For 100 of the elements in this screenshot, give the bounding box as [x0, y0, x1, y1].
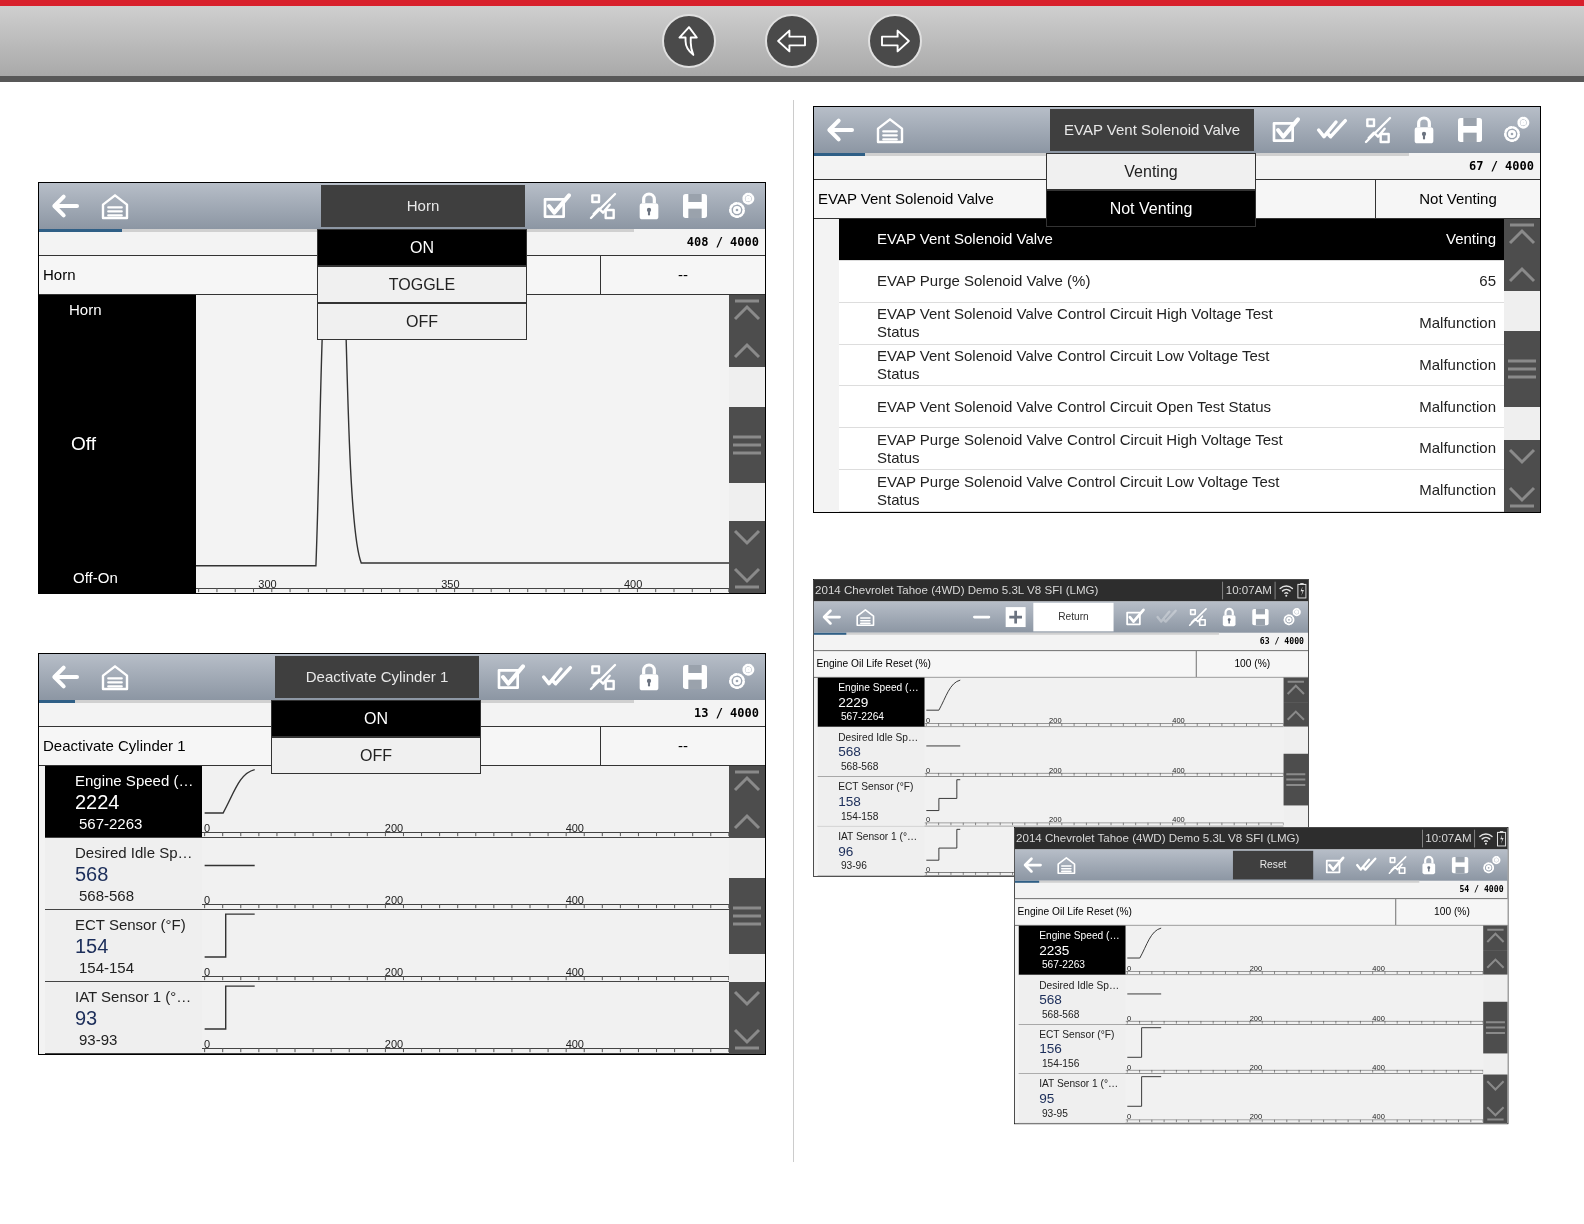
- menu-item[interactable]: TOGGLE: [317, 266, 527, 303]
- sensor-name: Horn: [68, 300, 103, 320]
- back-arrow-icon[interactable]: [820, 606, 843, 628]
- home-icon[interactable]: [854, 606, 877, 628]
- sensor-value: 568: [838, 743, 862, 760]
- menu-item[interactable]: Venting: [1046, 153, 1256, 190]
- scroll-thumb[interactable]: [1283, 753, 1309, 806]
- sensor-range: 567-2264: [839, 710, 885, 724]
- scroll-to-top-button[interactable]: [1483, 925, 1508, 951]
- graph-icon[interactable]: [1386, 854, 1409, 876]
- sensor-name: ECT Sensor (°F): [75, 914, 187, 934]
- tick-label: 400: [624, 578, 643, 590]
- scroll-down-button[interactable]: [729, 521, 765, 557]
- scroll-to-top-button[interactable]: [729, 295, 765, 331]
- checkbox-check-icon[interactable]: [1124, 606, 1147, 628]
- graph-icon[interactable]: [1362, 114, 1394, 146]
- tick-label: 0: [204, 894, 211, 906]
- scroll-thumb[interactable]: [1504, 331, 1540, 407]
- wifi-icon: [1278, 582, 1295, 599]
- tick-label: 200: [384, 822, 404, 834]
- scroll-to-top-button[interactable]: [1283, 677, 1309, 703]
- row-header[interactable]: Horn Off Off-On: [39, 295, 196, 593]
- sensor-name: Engine Speed (…: [838, 681, 920, 694]
- tick-label: 350: [441, 578, 460, 590]
- sensor-name: Engine Speed (…: [75, 770, 195, 790]
- right-arrow-icon: [879, 28, 911, 54]
- scroll-thumb[interactable]: [729, 878, 765, 954]
- back-arrow-icon[interactable]: [1021, 854, 1044, 876]
- wifi-icon: [1477, 830, 1495, 847]
- up-button[interactable]: [662, 14, 716, 68]
- scroll-up-button[interactable]: [1504, 255, 1540, 291]
- scroll-up-button[interactable]: [729, 331, 765, 367]
- scroll-down-button[interactable]: [729, 982, 765, 1018]
- row-header[interactable]: Engine Speed (… 2235 567-2263: [1018, 925, 1126, 975]
- vehicle-title: 2014 Chevrolet Tahoe (4WD) Demo 5.3L V8 SFI (LMG): [814, 582, 1100, 599]
- sensor-value: 96: [838, 842, 855, 860]
- parameter-value: 100 (%): [1195, 651, 1309, 677]
- graph-icon[interactable]: [1187, 606, 1209, 628]
- record-counter: 63 / 4000: [1259, 635, 1304, 648]
- menu-item[interactable]: OFF: [317, 303, 527, 340]
- parameter-name: EVAP Purge Solenoid Valve Control Circuit Low Voltage Test Status: [877, 472, 1281, 509]
- sensor-name: ECT Sensor (°F): [838, 780, 915, 794]
- sensor-value: 93: [75, 1005, 99, 1030]
- scroll-to-bottom-button[interactable]: [1504, 476, 1540, 512]
- parameter-value: Not Venting: [1375, 180, 1540, 218]
- parameter-name: Deactivate Cylinder 1: [43, 735, 186, 756]
- graph-icon[interactable]: [587, 661, 619, 693]
- command-button[interactable]: Deactivate Cylinder 1: [275, 656, 479, 698]
- sensor-range: 154-156: [1040, 1057, 1081, 1070]
- graph-icon[interactable]: [587, 190, 619, 222]
- scroll-to-bottom-button[interactable]: [1483, 1099, 1508, 1124]
- record-counter: 67 / 4000: [1468, 158, 1534, 175]
- command-button[interactable]: Horn: [321, 185, 525, 227]
- scroll-to-bottom-button[interactable]: [729, 557, 765, 593]
- menu-item[interactable]: Not Venting: [1046, 190, 1256, 227]
- settings-icon[interactable]: [1480, 854, 1503, 876]
- menu-item[interactable]: ON: [317, 229, 527, 266]
- command-button[interactable]: Return: [1033, 602, 1114, 632]
- row-header[interactable]: Engine Speed (… 2229 567-2264: [817, 677, 925, 727]
- scroll-to-top-button[interactable]: [729, 766, 765, 802]
- sensor-range: 154-158: [839, 809, 880, 823]
- scroll-thumb[interactable]: [1483, 1001, 1508, 1054]
- forward-button[interactable]: [868, 14, 922, 68]
- checkbox-check-icon[interactable]: [1324, 854, 1346, 876]
- tick-label: 0: [204, 966, 211, 978]
- parameter-value: Malfunction: [1419, 480, 1496, 501]
- back-button[interactable]: [765, 14, 819, 68]
- scroll-down-button[interactable]: [1483, 1074, 1508, 1099]
- menu-item[interactable]: ON: [271, 700, 481, 737]
- vehicle-title: 2014 Chevrolet Tahoe (4WD) Demo 5.3L V8 SFI (LMG): [1015, 830, 1301, 847]
- parameter-name: EVAP Vent Solenoid Valve Control Circuit High Voltage Test Status: [877, 305, 1274, 342]
- sensor-value: 95: [1039, 1090, 1056, 1107]
- scroll-to-bottom-button[interactable]: [729, 1018, 765, 1054]
- list-row[interactable]: EVAP Vent Solenoid Valve Venting: [839, 219, 1504, 261]
- parameter-name: EVAP Vent Solenoid Valve: [818, 188, 994, 209]
- parameter-value: Malfunction: [1419, 354, 1496, 375]
- sensor-range: 567-2263: [1040, 958, 1086, 972]
- command-button[interactable]: EVAP Vent Solenoid Valve: [1050, 109, 1254, 151]
- tick-label: 400: [565, 966, 584, 978]
- sensor-range: 568-568: [1040, 1007, 1081, 1021]
- plus-icon[interactable]: [1004, 606, 1027, 628]
- scroll-up-button[interactable]: [1283, 702, 1309, 727]
- save-icon[interactable]: [1449, 854, 1471, 876]
- sensor-value: 568: [1039, 991, 1063, 1008]
- sensor-range: 93-93: [78, 1029, 119, 1049]
- save-icon[interactable]: [1249, 606, 1272, 628]
- home-icon[interactable]: [1055, 854, 1078, 876]
- menu-item[interactable]: OFF: [271, 737, 481, 774]
- scroll-up-button[interactable]: [729, 802, 765, 838]
- sensor-value: 2235: [1039, 941, 1071, 959]
- parameter-value: --: [600, 727, 765, 765]
- scroll-up-button[interactable]: [1483, 950, 1508, 975]
- scroll-to-top-button[interactable]: [1504, 219, 1540, 255]
- sensor-range: 93-96: [839, 859, 868, 873]
- command-button[interactable]: Reset: [1232, 850, 1314, 880]
- row-header[interactable]: Engine Speed (… 2224 567-2263: [45, 766, 202, 837]
- scroll-down-button[interactable]: [1504, 440, 1540, 476]
- record-counter: 408 / 4000: [686, 234, 759, 251]
- scroll-thumb[interactable]: [729, 407, 765, 483]
- tick-label: 400: [565, 1038, 584, 1050]
